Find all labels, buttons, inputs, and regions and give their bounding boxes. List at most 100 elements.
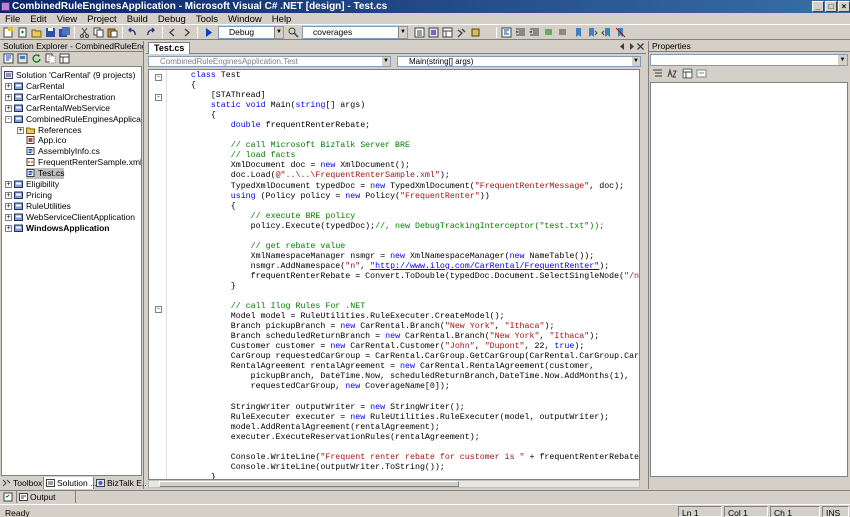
save-all-icon[interactable] (59, 27, 70, 38)
collapse-icon[interactable]: - (155, 306, 162, 313)
add-item-icon[interactable] (17, 27, 28, 38)
tab-biztalk-explorer[interactable]: BizTalk E... (94, 477, 149, 489)
chevron-down-icon[interactable]: ▼ (398, 27, 407, 38)
expand-icon[interactable]: + (5, 213, 12, 221)
chevron-down-icon[interactable]: ▼ (274, 27, 283, 38)
view-designer-icon[interactable] (17, 53, 28, 64)
property-pages-icon[interactable] (696, 68, 707, 79)
expand-icon[interactable]: + (5, 93, 12, 101)
properties-window-icon[interactable] (442, 27, 453, 38)
code-area[interactable]: - - - class Test { [STAThread] static vo… (148, 69, 640, 480)
status-column: Col 1 (724, 506, 768, 517)
tree-item[interactable]: Test.cs (26, 168, 65, 180)
find-in-files-icon[interactable] (288, 27, 299, 38)
expand-icon[interactable]: + (17, 126, 24, 134)
find-combo[interactable]: coverages ▼ (302, 26, 408, 39)
refresh-icon[interactable] (31, 53, 42, 64)
properties-toolbar (649, 67, 849, 81)
toolbar-separator (197, 27, 198, 38)
expand-icon[interactable]: + (5, 104, 12, 112)
tree-item[interactable]: + Eligibility (5, 179, 59, 190)
bookmark-toggle-icon[interactable] (573, 27, 584, 38)
collapse-icon[interactable]: - (155, 74, 162, 81)
tab-solution-explorer[interactable]: Solution ... (44, 477, 97, 489)
comment-lines-icon[interactable] (543, 27, 554, 38)
close-document-icon[interactable] (636, 42, 645, 51)
tab-test-cs[interactable]: Test.cs (148, 42, 191, 54)
collapse-icon[interactable]: - (5, 115, 12, 123)
uncomment-lines-icon[interactable] (557, 27, 568, 38)
expand-icon[interactable]: + (5, 191, 12, 199)
properties-icon[interactable] (59, 53, 70, 64)
tree-item[interactable]: App.ico (26, 135, 66, 146)
scrollbar-thumb[interactable] (159, 481, 459, 487)
class-view-icon[interactable] (428, 27, 439, 38)
copy-icon[interactable] (93, 27, 104, 38)
maximize-button[interactable]: □ (825, 1, 837, 12)
categorized-icon[interactable] (652, 68, 663, 79)
window-title: CombinedRuleEnginesApplication - Microso… (12, 1, 388, 12)
task-list-icon[interactable] (3, 492, 13, 502)
undo-icon[interactable] (127, 27, 138, 38)
save-icon[interactable] (45, 27, 56, 38)
tree-item[interactable]: + CarRentalWebService (5, 103, 110, 114)
expand-icon[interactable]: + (5, 181, 12, 188)
minimize-button[interactable]: _ (812, 1, 824, 12)
new-project-icon[interactable] (3, 27, 14, 38)
properties-grid[interactable] (650, 82, 848, 477)
expand-icon[interactable]: + (5, 202, 12, 210)
code-text: class Test { [STAThread] static void Mai… (190, 71, 640, 480)
options-icon[interactable] (470, 27, 481, 38)
nav-forward-icon[interactable] (181, 27, 192, 38)
tree-item[interactable]: + CarRental (5, 81, 64, 92)
show-all-files-icon[interactable] (45, 53, 56, 64)
project-icon (14, 115, 23, 123)
expand-icon[interactable]: + (5, 224, 12, 232)
toolbox-icon[interactable] (456, 27, 467, 38)
alphabetical-icon[interactable] (666, 68, 677, 79)
tree-item[interactable]: AssemblyInfo.cs (26, 146, 100, 157)
member-navigator[interactable]: Main(string[] args) ▼ (397, 56, 641, 67)
chevron-down-icon[interactable]: ▼ (838, 55, 847, 65)
properties-view-icon[interactable] (682, 68, 693, 79)
bookmark-next-icon[interactable] (587, 27, 598, 38)
chevron-down-icon[interactable]: ▼ (632, 57, 640, 66)
solution-config-select[interactable]: Debug ▼ (218, 26, 284, 39)
tree-item[interactable]: - CombinedRuleEnginesApplication (5, 114, 141, 125)
format-icon[interactable] (501, 27, 512, 38)
chevron-down-icon[interactable]: ▼ (382, 57, 390, 66)
nav-back-icon[interactable] (167, 27, 178, 38)
bookmark-prev-icon[interactable] (601, 27, 612, 38)
close-button[interactable]: × (838, 1, 850, 12)
class-navigator[interactable]: CombinedRuleEnginesApplication.Test ▼ (148, 56, 391, 67)
tab-output[interactable]: Output (16, 491, 76, 503)
indent-icon[interactable] (515, 27, 526, 38)
expand-icon[interactable]: + (5, 82, 12, 90)
view-code-icon[interactable] (3, 53, 14, 64)
tree-item[interactable]: + WebServiceClientApplication (5, 212, 135, 223)
tree-item[interactable]: Solution 'CarRental' (9 projects) (4, 70, 135, 81)
open-folder-icon[interactable] (31, 27, 42, 38)
tree-item[interactable]: + Pricing (5, 190, 52, 201)
paste-icon[interactable] (107, 27, 118, 38)
tree-item[interactable]: + References (17, 125, 81, 136)
tree-item[interactable]: + CarRentalOrchestration (5, 92, 115, 103)
tree-item-label: App.ico (38, 135, 67, 146)
tree-item[interactable]: + RuleUtilities (5, 201, 71, 212)
bookmark-clear-icon[interactable] (615, 27, 626, 38)
horizontal-scrollbar[interactable] (148, 480, 640, 488)
solution-explorer-panel: Solution Explorer - CombinedRuleEnginesA… (0, 41, 144, 477)
tab-toolbox[interactable]: Toolbox (0, 477, 44, 489)
tab-scroll-right-icon[interactable] (627, 42, 636, 51)
solution-config-value: Debug (229, 27, 255, 37)
tab-scroll-left-icon[interactable] (618, 42, 627, 51)
outdent-icon[interactable] (529, 27, 540, 38)
properties-object-select[interactable]: ▼ (650, 54, 848, 66)
start-debug-icon[interactable] (203, 27, 214, 38)
collapse-icon[interactable]: - (155, 94, 162, 101)
solution-explorer-icon[interactable] (414, 27, 425, 38)
tree-item[interactable]: + WindowsApplication (5, 223, 110, 234)
redo-icon[interactable] (145, 27, 156, 38)
tree-item[interactable]: FrequentRenterSample.xml (26, 157, 141, 168)
cut-icon[interactable] (79, 27, 90, 38)
